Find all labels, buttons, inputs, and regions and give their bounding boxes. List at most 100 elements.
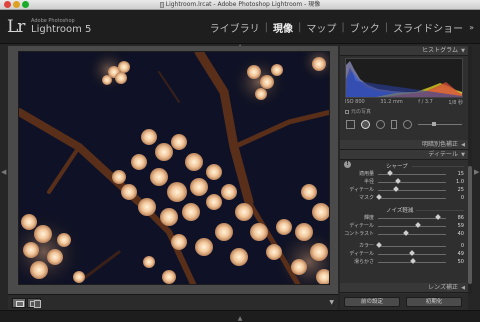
bottom-panel-toggle-icon[interactable]: ▲ [236, 316, 244, 322]
slider-sharpen-masking[interactable]: マスク 0 [344, 194, 466, 202]
slider-value[interactable]: 40 [450, 230, 464, 238]
slider-sharpen-amount[interactable]: 適用量 15 [344, 170, 466, 178]
photo-canvas [19, 52, 329, 284]
reset-button[interactable]: 初期化 [406, 297, 462, 307]
slider-label: ディテール [349, 251, 374, 257]
slider-value[interactable]: 59 [450, 222, 464, 230]
slider-luminance[interactable]: 輝度 86 [344, 214, 466, 222]
section-divider [416, 210, 464, 211]
sharpening-title: シャープ [386, 164, 408, 170]
histogram[interactable] [345, 58, 463, 98]
title-bar: Lightroom.lrcat - Adobe Photoshop Lightr… [0, 0, 480, 10]
loupe-view-button[interactable] [12, 298, 26, 308]
develop-buttons: 前の設定 初期化 [340, 294, 468, 310]
slider-track[interactable] [378, 190, 446, 191]
checkbox-icon[interactable] [345, 109, 349, 114]
triangle-icon: ▼ [461, 48, 465, 54]
right-panel: ヒストグラム ▼ ISO 800 31.2 mm f / 3.7 1/8 秒 元… [340, 46, 468, 294]
document-icon [159, 1, 164, 8]
module-develop[interactable]: 現像 [268, 20, 298, 35]
product-label: Lightroom 5 [31, 24, 92, 35]
right-panel-toggle-icon[interactable]: ▶ [474, 168, 479, 176]
original-photo-label: 元の写真 [351, 109, 372, 115]
slider-smoothness[interactable]: 滑らかさ 50 [344, 258, 466, 266]
slider-label: 適用量 [358, 171, 374, 177]
module-slideshow[interactable]: スライドショー [388, 20, 468, 35]
slider-label: 半径 [363, 179, 374, 185]
red-eye-tool-icon[interactable] [376, 119, 385, 129]
slider-label: 滑らかさ [353, 259, 374, 265]
triangle-icon: ▼ [461, 152, 465, 158]
previous-settings-button[interactable]: 前の設定 [344, 297, 400, 307]
crop-tool-icon[interactable] [346, 119, 355, 129]
module-book[interactable]: ブック [345, 20, 385, 35]
slider-track[interactable] [378, 198, 446, 199]
adjustment-brush-slider[interactable] [418, 121, 462, 126]
toolbar-menu-icon[interactable]: ▼ [329, 299, 334, 306]
detail-panel-body: ! シャープ 適用量 15 半径 1.0 ディテール 25 マスク 0 ノイズ軽… [340, 160, 468, 282]
slider-label: コントラスト [344, 231, 374, 237]
slider-label: カラー [358, 243, 374, 249]
histogram-panel-header[interactable]: ヒストグラム ▼ [340, 46, 468, 56]
triangle-icon: ◀ [461, 285, 465, 291]
slider-color-detail[interactable]: ディテール 49 [344, 250, 466, 258]
slider-track[interactable] [378, 226, 446, 227]
detail-title: ディテール [428, 151, 458, 158]
slider-sharpen-detail[interactable]: ディテール 25 [344, 186, 466, 194]
scrollbar-thumb[interactable] [468, 166, 472, 284]
slider-value[interactable]: 15 [450, 170, 464, 178]
slider-value[interactable]: 0 [450, 194, 464, 202]
slider-color[interactable]: カラー 0 [344, 242, 466, 250]
spot-removal-tool-icon[interactable] [361, 119, 370, 129]
slider-sharpen-radius[interactable]: 半径 1.0 [344, 178, 466, 186]
window-title: Lightroom.lrcat - Adobe Photoshop Lightr… [0, 0, 480, 10]
shutter-value: 1/8 秒 [448, 100, 463, 106]
split-toning-panel-header[interactable]: 明暗別色補正 ◀ [340, 140, 468, 150]
lightroom-window: Lightroom.lrcat - Adobe Photoshop Lightr… [0, 0, 480, 322]
slider-value[interactable]: 25 [450, 186, 464, 194]
slider-label: ディテール [349, 187, 374, 193]
radial-filter-tool-icon[interactable] [403, 119, 412, 129]
before-after-view-button[interactable] [27, 298, 41, 308]
slider-value[interactable]: 86 [450, 214, 464, 222]
histogram-graph [346, 61, 462, 97]
more-modules-icon[interactable]: » [469, 23, 474, 32]
slider-value[interactable]: 0 [450, 242, 464, 250]
info-icon[interactable]: ! [344, 161, 351, 168]
split-toning-title: 明暗別色補正 [421, 141, 458, 148]
lens-corrections-panel-header[interactable]: レンズ補正 ◀ [340, 283, 468, 293]
slider-value[interactable]: 49 [450, 250, 464, 258]
lightroom-logo: Lr [7, 17, 25, 37]
detail-panel-header[interactable]: ディテール ▼ [340, 150, 468, 160]
aperture-value: f / 3.7 [418, 99, 433, 105]
section-divider [412, 166, 464, 167]
slider-luminance-contrast[interactable]: コントラスト 40 [344, 230, 466, 238]
histogram-exif: ISO 800 31.2 mm f / 3.7 1/8 秒 [345, 99, 463, 106]
lens-corrections-title: レンズ補正 [428, 284, 458, 291]
slider-label: 輝度 [363, 215, 374, 221]
viewer-toolbar: ▼ [8, 294, 338, 310]
slider-luminance-detail[interactable]: ディテール 59 [344, 222, 466, 230]
slider-value[interactable]: 1.0 [450, 178, 464, 186]
module-map[interactable]: マップ [301, 20, 341, 35]
slider-track[interactable] [378, 182, 446, 183]
original-photo-toggle[interactable]: 元の写真 [345, 108, 371, 115]
triangle-icon: ◀ [461, 142, 465, 148]
slider-track[interactable] [378, 246, 446, 247]
right-panel-scrollbar[interactable] [468, 46, 472, 294]
slider-label: マスク [358, 195, 374, 201]
tool-strip [346, 118, 462, 130]
noise-reduction-title: ノイズ軽減 [386, 208, 414, 214]
module-picker: ライブラリ | 現像 | マップ | ブック | スライドショー » [205, 20, 474, 35]
slider-track[interactable] [378, 234, 446, 235]
image-viewer[interactable] [8, 46, 338, 294]
cherry-blossom-photo[interactable] [18, 51, 330, 285]
graduated-filter-tool-icon[interactable] [391, 119, 397, 129]
histogram-title: ヒストグラム [422, 47, 458, 54]
identity-plate: Lr Adobe Photoshop Lightroom 5 ライブラリ | 現… [0, 10, 480, 44]
iso-value: ISO 800 [345, 99, 365, 105]
slider-value[interactable]: 50 [450, 258, 464, 266]
module-library[interactable]: ライブラリ [205, 20, 265, 35]
slider-label: ディテール [349, 223, 374, 229]
left-panel-toggle-icon[interactable]: ◀ [1, 168, 6, 176]
